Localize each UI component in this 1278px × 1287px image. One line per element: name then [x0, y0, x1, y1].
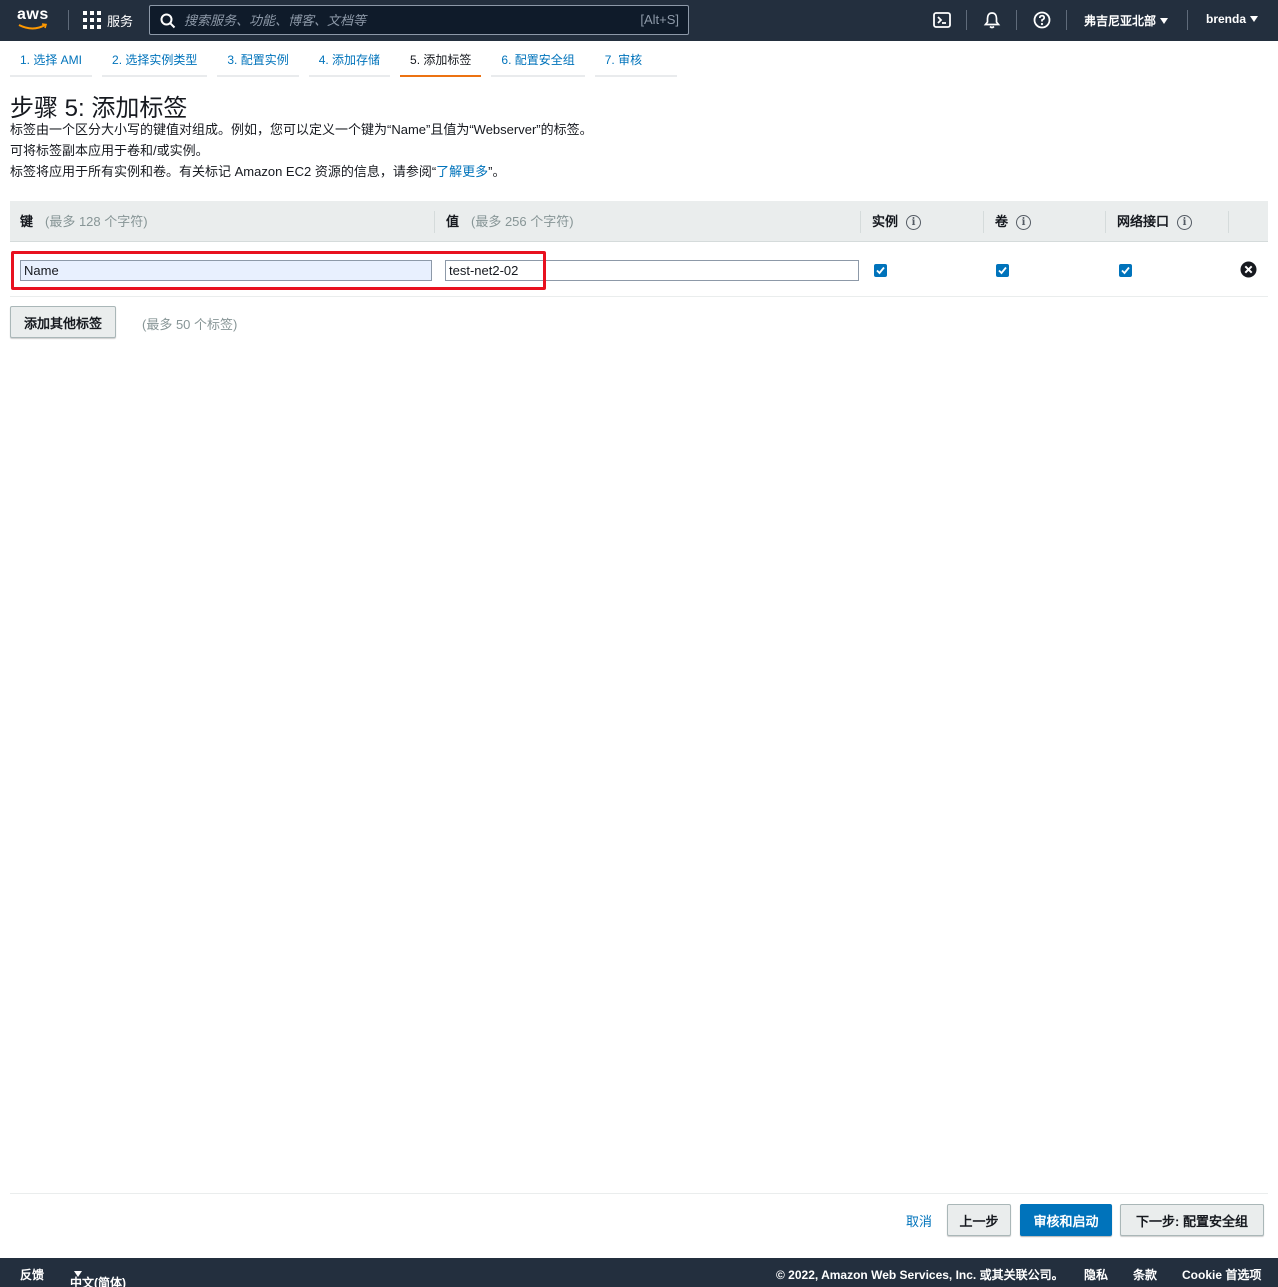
check-icon — [876, 266, 885, 275]
top-navigation: aws 服务 [Alt+S] 弗吉尼亚北部 br — [0, 0, 1278, 41]
tab-choose-instance-type[interactable]: 2. 选择实例类型 — [102, 50, 208, 77]
add-tag-button[interactable]: 添加其他标签 — [10, 306, 116, 338]
tags-table-header: 键 (最多 128 个字符) 值 (最多 256 个字符) 实例 i 卷i 网络接口 i — [10, 201, 1268, 242]
description-line-3: 标签将应用于所有实例和卷。有关标记 Amazon EC2 资源的信息，请参阅“了… — [10, 161, 506, 180]
nav-divider — [966, 10, 967, 30]
privacy-link[interactable]: 隐私 — [1084, 1266, 1108, 1283]
column-divider — [860, 211, 861, 233]
column-divider — [434, 211, 435, 233]
region-label: 弗吉尼亚北部 — [1084, 14, 1157, 28]
check-icon — [998, 266, 1007, 275]
key-column-header: 键 (最多 128 个字符) — [20, 201, 148, 242]
search-icon — [160, 13, 176, 29]
caret-down-icon — [1250, 16, 1259, 22]
tab-configure-security-group[interactable]: 6. 配置安全组 — [491, 50, 585, 77]
search-input[interactable] — [184, 10, 624, 30]
info-icon[interactable]: i — [906, 215, 922, 231]
language-selector[interactable]: 中文(简体) — [70, 1266, 126, 1287]
page-title: 步骤 5: 添加标签 — [10, 95, 188, 122]
network-header-label: 网络接口 — [1117, 214, 1170, 229]
aws-logo-text: aws — [17, 6, 49, 23]
volumes-checkbox[interactable] — [996, 264, 1009, 277]
review-and-launch-button[interactable]: 审核和启动 — [1020, 1204, 1112, 1236]
column-divider — [1228, 211, 1229, 233]
volumes-header-label: 卷 — [995, 214, 1009, 229]
cookie-preferences-link[interactable]: Cookie 首选项 — [1182, 1266, 1261, 1283]
help-icon[interactable] — [1033, 11, 1051, 29]
description-line-2: 可将标签副本应用于卷和/或实例。 — [10, 143, 209, 158]
instances-header-label: 实例 — [872, 214, 899, 229]
aws-smile-icon — [18, 23, 48, 30]
network-column-header: 网络接口 i — [1117, 201, 1193, 242]
tab-add-storage[interactable]: 4. 添加存储 — [308, 50, 391, 77]
instances-column-header: 实例 i — [872, 201, 922, 242]
description-prefix: 标签将应用于所有实例和卷。有关标记 Amazon EC2 资源的信息，请参阅“ — [10, 164, 437, 179]
user-name: brenda — [1206, 12, 1247, 26]
bell-icon[interactable] — [983, 11, 1001, 29]
key-header-hint: (最多 128 个字符) — [45, 214, 148, 229]
tab-configure-instance[interactable]: 3. 配置实例 — [217, 50, 299, 77]
services-label: 服务 — [107, 13, 134, 29]
terms-link[interactable]: 条款 — [1133, 1266, 1157, 1283]
check-icon — [1121, 266, 1130, 275]
remove-tag-icon[interactable] — [1240, 261, 1257, 278]
user-menu[interactable]: brenda — [1206, 12, 1259, 26]
description-suffix: ”。 — [488, 164, 506, 179]
table-row — [10, 243, 1268, 297]
divider — [10, 1193, 1268, 1194]
description-line-1: 标签由一个区分大小写的键值对组成。例如，您可以定义一个键为“Name”且值为“W… — [10, 122, 593, 137]
tab-add-tags[interactable]: 5. 添加标签 — [400, 50, 482, 77]
nav-divider — [68, 10, 69, 30]
region-selector[interactable]: 弗吉尼亚北部 — [1084, 12, 1169, 29]
add-tag-hint: (最多 50 个标签) — [142, 317, 238, 332]
next-button[interactable]: 下一步: 配置安全组 — [1120, 1204, 1264, 1236]
value-header-hint: (最多 256 个字符) — [471, 214, 574, 229]
network-checkbox[interactable] — [1119, 264, 1132, 277]
feedback-link[interactable]: 反馈 — [20, 1266, 44, 1283]
nav-divider — [1066, 10, 1067, 30]
tab-review[interactable]: 7. 审核 — [594, 50, 677, 77]
cancel-button[interactable]: 取消 — [896, 1204, 942, 1236]
nav-divider — [1016, 10, 1017, 30]
instances-checkbox[interactable] — [874, 264, 887, 277]
cloudshell-icon[interactable] — [933, 11, 951, 29]
value-header-label: 值 — [446, 214, 460, 229]
search-shortcut: [Alt+S] — [640, 12, 679, 27]
learn-more-link[interactable]: 了解更多 — [436, 164, 488, 179]
volumes-column-header: 卷i — [995, 201, 1032, 242]
services-menu-button[interactable]: 服务 — [83, 10, 133, 30]
aws-logo[interactable]: aws — [17, 7, 51, 33]
caret-down-icon — [1160, 17, 1169, 24]
column-divider — [983, 211, 984, 233]
tab-choose-ami[interactable]: 1. 选择 AMI — [10, 50, 93, 77]
search-box[interactable]: [Alt+S] — [149, 5, 689, 35]
language-label: 中文(简体) — [70, 1276, 126, 1287]
previous-button[interactable]: 上一步 — [947, 1204, 1011, 1236]
tag-value-input[interactable] — [445, 260, 859, 281]
tag-key-input[interactable] — [20, 260, 432, 281]
copyright-text: © 2022, Amazon Web Services, Inc. 或其关联公司… — [776, 1268, 1064, 1282]
column-divider — [1105, 211, 1106, 233]
grid-icon — [83, 11, 101, 29]
key-header-label: 键 — [20, 214, 34, 229]
wizard-steps: 1. 选择 AMI 2. 选择实例类型 3. 配置实例 4. 添加存储 5. 添… — [10, 50, 687, 77]
info-icon[interactable]: i — [1177, 215, 1193, 231]
footer: 反馈 中文(简体) © 2022, Amazon Web Services, I… — [0, 1258, 1278, 1287]
info-icon[interactable]: i — [1016, 215, 1032, 231]
value-column-header: 值 (最多 256 个字符) — [446, 201, 574, 242]
nav-divider — [1187, 10, 1188, 30]
